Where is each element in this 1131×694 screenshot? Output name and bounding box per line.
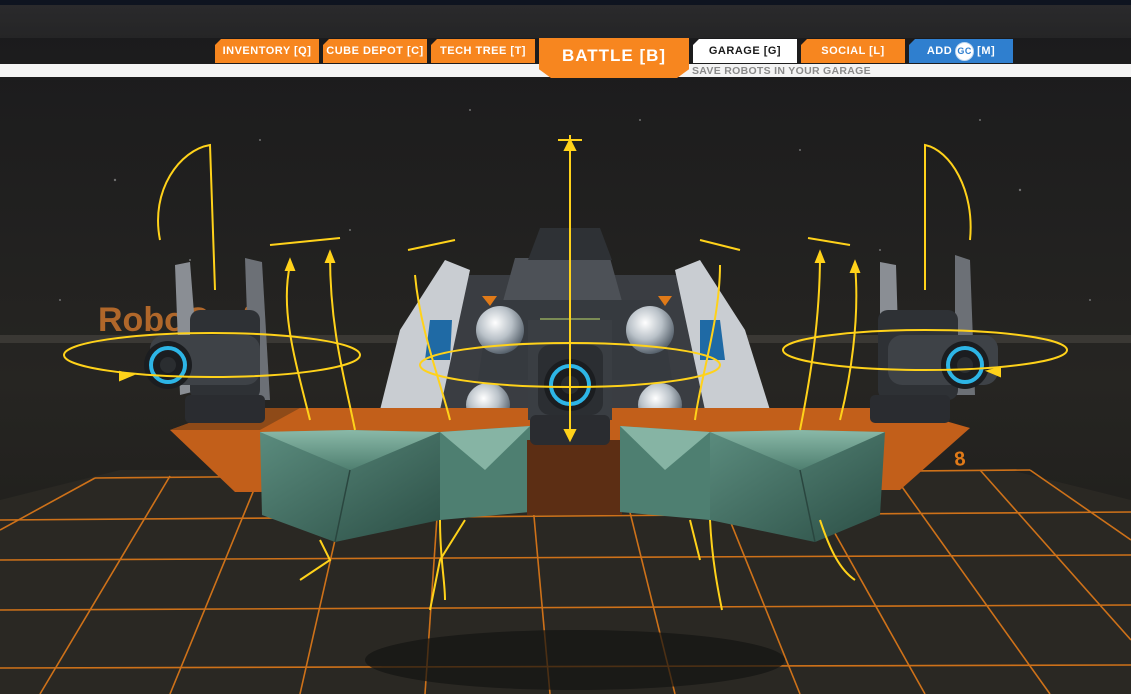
tab-social-label: SOCIAL [L]: [821, 45, 885, 57]
garage-3d-viewport[interactable]: RoboCraft 8: [0, 0, 1131, 694]
floor-marker: 8: [953, 448, 966, 471]
top-navigation-bar: [0, 0, 1131, 38]
tab-social[interactable]: SOCIAL [L]: [801, 39, 905, 63]
robot-shadow: [365, 630, 785, 690]
gc-currency-icon: GC: [955, 41, 975, 61]
tab-inventory[interactable]: INVENTORY [Q]: [215, 39, 319, 63]
tab-battle[interactable]: BATTLE [B]: [539, 38, 689, 78]
tab-garage[interactable]: GARAGE [G]: [693, 39, 797, 63]
tab-add-gc[interactable]: ADD GC [M]: [909, 39, 1013, 63]
tab-add-gc-label-post: [M]: [977, 45, 996, 57]
tab-battle-label: BATTLE [B]: [561, 46, 667, 65]
garage-hint-text: SAVE ROBOTS IN YOUR GARAGE: [692, 65, 871, 77]
tab-inventory-label: INVENTORY [Q]: [222, 45, 312, 57]
tab-tech-tree[interactable]: TECH TREE [T]: [431, 39, 535, 63]
tab-cube-depot-label: CUBE DEPOT [C]: [326, 45, 424, 57]
tab-add-gc-label-pre: ADD: [926, 45, 953, 57]
tab-tech-tree-label: TECH TREE [T]: [440, 45, 526, 57]
tab-garage-label: GARAGE [G]: [708, 45, 782, 57]
tab-cube-depot[interactable]: CUBE DEPOT [C]: [323, 39, 427, 63]
